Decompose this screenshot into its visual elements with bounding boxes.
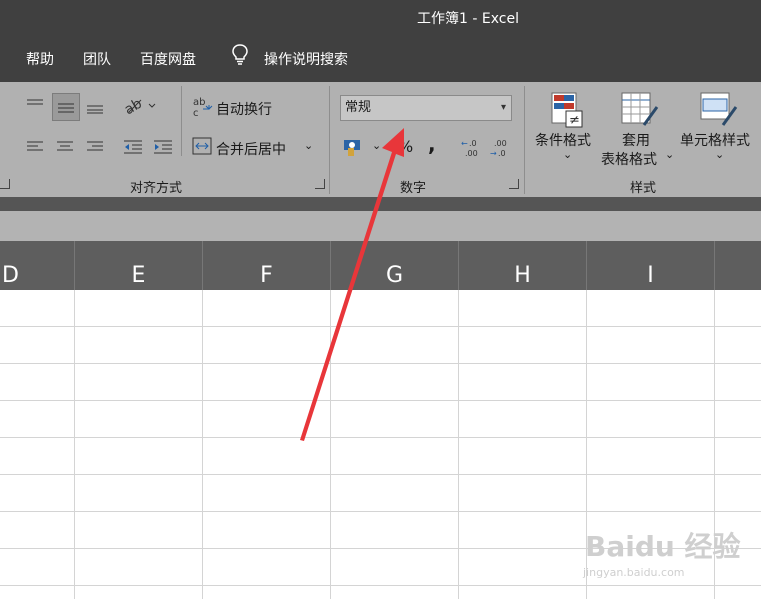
comma-style-button[interactable]: , — [428, 132, 436, 156]
accounting-chevron-icon[interactable]: ⌄ — [372, 139, 381, 152]
svg-text:.0: .0 — [469, 139, 477, 148]
menu-bar: 帮助 团队 百度网盘 操作说明搜索 — [0, 38, 761, 82]
svg-text:c: c — [193, 108, 199, 118]
menu-help[interactable]: 帮助 — [26, 38, 54, 82]
svg-text:≠: ≠ — [569, 113, 580, 128]
conditional-format-button[interactable]: 条件格式 — [535, 130, 591, 150]
column-header-g[interactable]: G — [331, 241, 459, 290]
window-title: 工作簿1 - Excel — [417, 11, 519, 27]
grid-line — [0, 511, 761, 512]
format-as-table-line2[interactable]: 表格格式 — [601, 149, 657, 169]
column-header-f[interactable]: F — [203, 241, 331, 290]
ribbon-bottom-band — [0, 197, 761, 211]
cell-styles-icon[interactable] — [699, 91, 739, 129]
group-label-styles: 样式 — [630, 181, 657, 196]
menu-baidu-netdisk[interactable]: 百度网盘 — [140, 38, 196, 82]
column-header-e[interactable]: E — [75, 241, 203, 290]
decrease-decimal-button[interactable]: .00 → .0 — [488, 137, 512, 159]
title-bar: 工作簿1 - Excel — [0, 0, 761, 38]
watermark-logo: Baidu 经验 — [585, 530, 741, 563]
cell-styles-chevron-icon[interactable]: ⌄ — [715, 148, 724, 161]
merge-center-icon[interactable] — [192, 137, 212, 155]
ribbon: ab ab c 自动换行 合并后居中 ⌄ 对齐方式 常规 ▾ ⌄ % , ← .0.… — [0, 82, 761, 197]
svg-text:→: → — [490, 149, 497, 158]
align-center-button[interactable] — [54, 136, 76, 158]
svg-text:ab: ab — [193, 97, 205, 108]
increase-decimal-button[interactable]: ← .0.00 — [459, 137, 483, 159]
wrap-text-button[interactable]: 自动换行 — [216, 99, 272, 119]
number-format-value: 常规 — [345, 100, 372, 115]
align-middle-button[interactable] — [52, 93, 80, 121]
column-header-j[interactable] — [715, 241, 761, 290]
format-table-chevron-icon[interactable]: ⌄ — [665, 148, 674, 161]
grid-line — [0, 474, 761, 475]
column-header-d[interactable]: D — [0, 241, 75, 290]
wrap-text-icon[interactable]: ab c — [193, 96, 213, 118]
column-headers: D E F G H I — [0, 241, 761, 290]
align-left-button[interactable] — [24, 136, 46, 158]
percent-style-button[interactable]: % — [398, 137, 413, 156]
dropdown-arrow-icon[interactable]: ▾ — [501, 96, 506, 120]
alignment-launcher-icon[interactable] — [0, 179, 10, 189]
grid-line — [202, 290, 203, 599]
svg-text:ab: ab — [123, 96, 145, 114]
format-as-table-line1[interactable]: 套用 — [622, 130, 650, 150]
merge-center-button[interactable]: 合并后居中 — [216, 139, 286, 159]
svg-text:.00: .00 — [494, 139, 507, 148]
menu-team[interactable]: 团队 — [83, 38, 111, 82]
column-header-i[interactable]: I — [587, 241, 715, 290]
conditional-chevron-icon[interactable]: ⌄ — [563, 148, 572, 161]
grid-line — [74, 290, 75, 599]
lightbulb-icon[interactable] — [231, 38, 249, 82]
svg-text:←: ← — [461, 139, 468, 148]
svg-text:.0: .0 — [498, 149, 506, 158]
number-format-select[interactable]: 常规 ▾ — [340, 95, 512, 121]
separator — [181, 86, 182, 156]
grid-line — [458, 290, 459, 599]
align-top-button[interactable] — [24, 94, 46, 116]
cell-styles-button[interactable]: 单元格样式 — [680, 130, 750, 150]
align-right-button[interactable] — [84, 136, 106, 158]
group-separator — [524, 86, 525, 194]
accounting-format-icon[interactable] — [343, 137, 365, 157]
grid-line — [0, 585, 761, 586]
column-header-h[interactable]: H — [459, 241, 587, 290]
group-label-number: 数字 — [400, 181, 427, 196]
formula-bar[interactable] — [0, 211, 761, 242]
watermark-url: jingyan.baidu.com — [583, 566, 685, 579]
align-bottom-button[interactable] — [84, 96, 106, 118]
grid-line — [330, 290, 331, 599]
grid-line — [0, 326, 761, 327]
grid-line — [0, 363, 761, 364]
format-as-table-icon[interactable] — [620, 91, 660, 129]
group-separator — [329, 86, 330, 194]
number-dialog-launcher-icon[interactable] — [509, 179, 519, 189]
decrease-indent-button[interactable] — [122, 136, 144, 158]
grid-line — [0, 400, 761, 401]
chevron-down-icon[interactable]: ⌄ — [304, 139, 313, 152]
tell-me-search[interactable]: 操作说明搜索 — [264, 38, 348, 82]
orientation-button[interactable]: ab — [122, 94, 158, 116]
svg-text:.00: .00 — [465, 149, 478, 158]
conditional-format-icon[interactable]: ≠ — [548, 91, 584, 129]
group-label-alignment: 对齐方式 — [130, 181, 183, 196]
alignment-dialog-launcher-icon[interactable] — [315, 179, 325, 189]
grid-line — [0, 437, 761, 438]
increase-indent-button[interactable] — [152, 136, 174, 158]
